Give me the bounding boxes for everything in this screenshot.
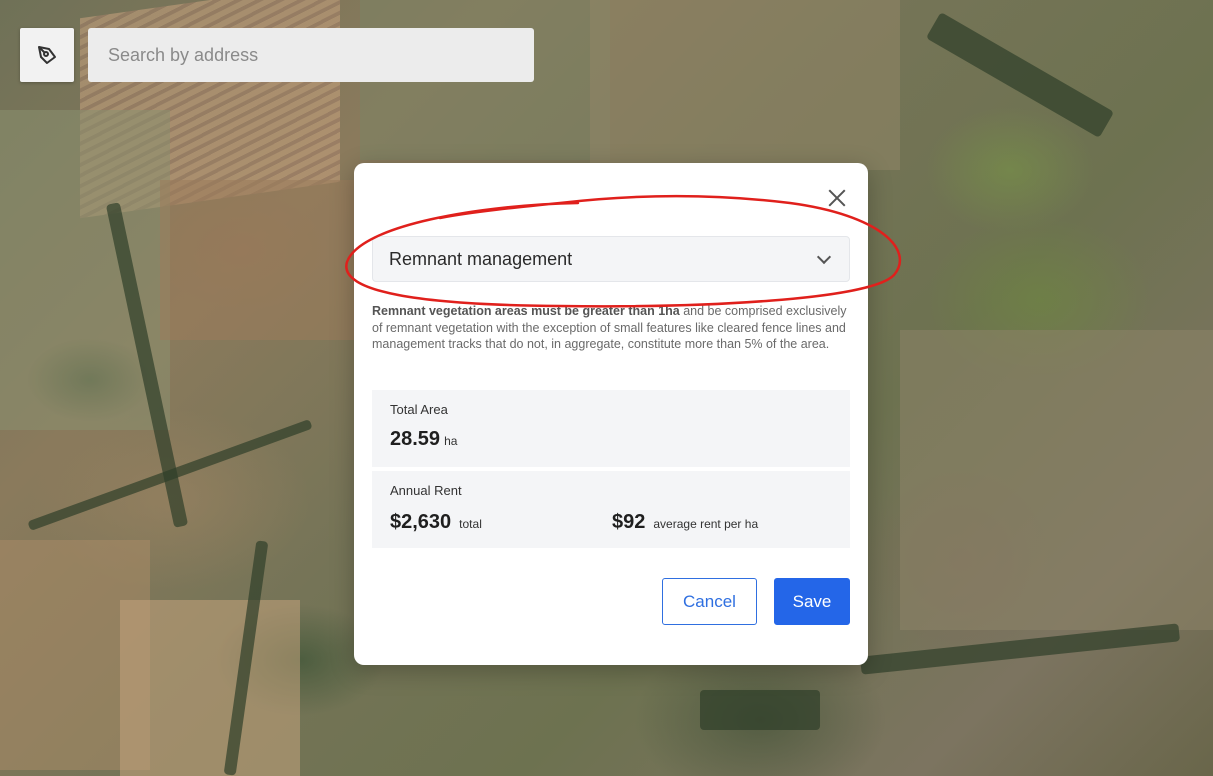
description-bold: Remnant vegetation areas must be greater…	[372, 304, 680, 318]
close-icon[interactable]	[826, 187, 848, 209]
eligibility-description: Remnant vegetation areas must be greater…	[372, 303, 850, 353]
save-button[interactable]: Save	[774, 578, 850, 625]
total-area-panel: Total Area 28.59 ha	[372, 390, 850, 467]
draw-polygon-button[interactable]	[20, 28, 74, 82]
management-type-select[interactable]: Remnant management	[372, 236, 850, 282]
map-treeline	[27, 418, 313, 532]
map-treeline	[700, 690, 820, 730]
map-field	[160, 180, 360, 340]
draw-polygon-icon	[38, 46, 56, 64]
total-area-value: 28.59	[390, 428, 441, 450]
chevron-down-icon	[816, 249, 832, 264]
rent-average-value: $92	[612, 511, 646, 533]
select-value: Remnant management	[389, 248, 573, 269]
annual-rent-panel: Annual Rent $2,630 total $92 average rent …	[372, 471, 850, 548]
map-field	[590, 0, 900, 170]
map-field	[120, 600, 300, 776]
address-search-input[interactable]	[88, 28, 534, 82]
map-field	[900, 330, 1213, 630]
app-stage: Remnant management Remnant vegetation ar…	[0, 0, 1213, 776]
rent-total-value: $2,630	[390, 511, 452, 533]
area-details-modal: Remnant management Remnant vegetation ar…	[354, 163, 868, 665]
total-area-unit: ha	[444, 434, 458, 448]
total-area-label: Total Area	[390, 402, 448, 417]
map-treeline	[859, 623, 1181, 675]
rent-average-unit: average rent per ha	[653, 517, 759, 531]
rent-total-unit: total	[459, 517, 482, 531]
map-treeline	[925, 12, 1115, 138]
annual-rent-label: Annual Rent	[390, 483, 462, 498]
cancel-button[interactable]: Cancel	[662, 578, 757, 625]
